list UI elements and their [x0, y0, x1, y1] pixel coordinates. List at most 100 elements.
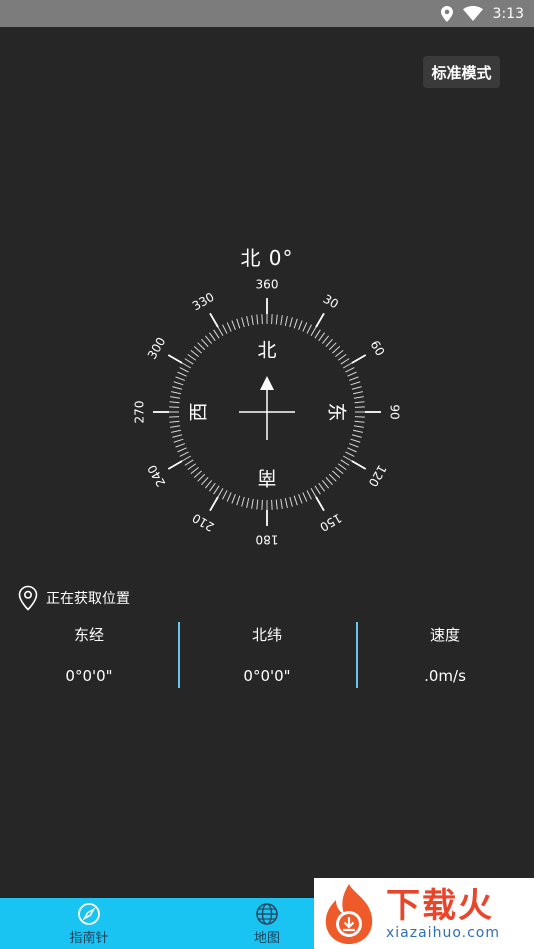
- major-tick: [351, 460, 367, 470]
- minor-tick: [275, 314, 278, 325]
- degree-label: 240: [145, 462, 169, 489]
- minor-tick: [345, 367, 355, 373]
- minor-tick: [222, 324, 228, 334]
- minor-tick: [231, 320, 236, 331]
- minor-tick: [169, 401, 180, 404]
- minor-tick: [280, 315, 283, 326]
- minor-tick: [169, 416, 180, 418]
- minor-tick: [340, 459, 350, 466]
- coordinate-info: 东经 0°0'0" 北纬 0°0'0" 速度 .0m/s: [0, 620, 534, 690]
- minor-tick: [208, 482, 216, 492]
- major-tick: [315, 496, 325, 512]
- minor-tick: [246, 497, 250, 508]
- watermark-banner: 下载火 xiazaihuo.com: [314, 878, 534, 949]
- compass-dial: 360306090120150180210240270300330 北 东 南 …: [133, 278, 402, 547]
- minor-tick: [179, 367, 189, 373]
- minor-tick: [175, 443, 186, 448]
- minor-tick: [318, 332, 326, 342]
- nav-item-compass[interactable]: 指南针: [0, 898, 178, 949]
- minor-tick: [298, 493, 303, 504]
- minor-tick: [190, 349, 199, 358]
- minor-tick: [256, 499, 259, 510]
- direction-east: 东: [326, 402, 348, 421]
- minor-tick: [204, 335, 213, 344]
- minor-tick: [337, 353, 347, 361]
- degree-label: 90: [388, 404, 402, 419]
- minor-tick: [184, 358, 194, 365]
- minor-tick: [171, 429, 182, 433]
- major-tick: [351, 354, 367, 364]
- minor-tick: [241, 317, 245, 328]
- minor-tick: [179, 451, 189, 457]
- minor-tick: [306, 490, 312, 500]
- minor-tick: [310, 326, 317, 337]
- minor-tick: [184, 459, 194, 466]
- direction-west: 西: [188, 402, 210, 421]
- minor-tick: [213, 329, 220, 339]
- minor-tick: [193, 470, 202, 478]
- minor-tick: [236, 495, 241, 506]
- compass-icon: [78, 902, 100, 925]
- location-status-row: 正在获取位置: [18, 584, 130, 612]
- minor-tick: [187, 353, 197, 361]
- minor-tick: [201, 477, 209, 486]
- minor-tick: [335, 349, 344, 358]
- minor-tick: [354, 401, 365, 404]
- minor-tick: [246, 316, 250, 327]
- minor-tick: [325, 338, 333, 347]
- minor-tick: [332, 346, 341, 354]
- minor-tick: [351, 386, 362, 390]
- degree-label: 270: [133, 401, 147, 424]
- watermark-title: 下载火: [386, 885, 494, 926]
- minor-tick: [172, 386, 183, 390]
- status-bar: 3:13: [0, 0, 534, 27]
- north-arrow-icon: [260, 376, 274, 390]
- minor-tick: [302, 322, 308, 332]
- minor-tick: [342, 362, 353, 369]
- status-time: 3:13: [492, 5, 524, 22]
- minor-tick: [354, 420, 365, 423]
- minor-tick: [353, 425, 364, 428]
- location-icon: [440, 5, 453, 22]
- latitude-value: 0°0'0": [243, 667, 291, 685]
- minor-tick: [289, 496, 293, 507]
- nav-label-map: 地图: [253, 930, 280, 946]
- degree-label: 300: [145, 335, 169, 362]
- minor-tick: [310, 487, 317, 498]
- direction-north: 北: [257, 340, 276, 362]
- minor-tick: [340, 358, 350, 365]
- longitude-label: 东经: [73, 626, 104, 644]
- minor-tick: [350, 438, 361, 443]
- major-tick: [315, 312, 325, 328]
- minor-tick: [284, 497, 288, 508]
- minor-tick: [181, 455, 192, 462]
- minor-tick: [347, 371, 357, 377]
- degree-label: 120: [366, 462, 390, 489]
- minor-tick: [289, 317, 293, 328]
- minor-tick: [169, 406, 180, 408]
- minor-tick: [350, 381, 361, 386]
- minor-tick: [354, 406, 365, 408]
- minor-tick: [351, 434, 362, 438]
- degree-label: 30: [321, 292, 341, 312]
- minor-tick: [354, 416, 365, 418]
- degree-label: 150: [317, 511, 344, 535]
- minor-tick: [187, 463, 197, 471]
- minor-tick: [231, 493, 236, 504]
- minor-tick: [352, 429, 363, 433]
- minor-tick: [293, 318, 298, 329]
- major-tick: [167, 460, 183, 470]
- minor-tick: [208, 332, 216, 342]
- degree-label: 180: [256, 533, 279, 547]
- minor-tick: [271, 314, 273, 325]
- minor-tick: [280, 498, 283, 509]
- minor-tick: [352, 391, 363, 395]
- standard-mode-button[interactable]: 标准模式: [423, 56, 500, 88]
- minor-tick: [173, 381, 184, 386]
- minor-tick: [172, 434, 183, 438]
- minor-tick: [175, 376, 186, 381]
- minor-tick: [302, 492, 308, 502]
- minor-tick: [261, 314, 263, 325]
- minor-tick: [201, 338, 209, 347]
- minor-tick: [325, 477, 333, 486]
